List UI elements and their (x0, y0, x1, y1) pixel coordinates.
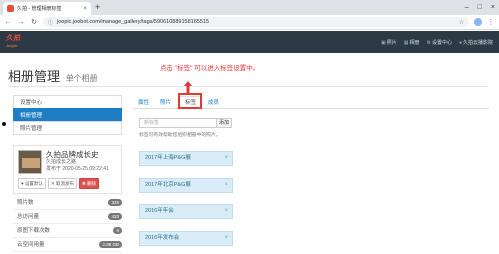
tag-item[interactable]: 2016年发布会 × (139, 231, 233, 246)
new-tab-button[interactable]: + (95, 2, 100, 13)
stat-label: 原图下载次数 (17, 227, 51, 234)
stat-row: 照片数 325 (13, 196, 122, 210)
header-nav: ▣照片 ▦相册 ⚙设置中心 ●久拍云播影院 (381, 39, 493, 46)
sidebar-item-settings[interactable]: 设置中心 (13, 95, 122, 109)
album-stats: 照片数 325 总访问量 433 原图下载次数 0 云空间用量 2.88 GB (13, 196, 122, 252)
album-owner: 久拍成长之路 (46, 159, 77, 165)
tab-photos[interactable]: 照片 (155, 97, 176, 109)
tag-label: 2017年北京P&G展 (145, 182, 191, 188)
gear-icon: ⚙ (426, 39, 431, 46)
nav-user[interactable]: ●久拍云播影院 (459, 39, 493, 46)
stat-badge: 0 (113, 227, 122, 234)
browser-tab[interactable]: 久拍 - 管理相册标签 × (3, 2, 91, 15)
album-icon: ▦ (403, 39, 409, 46)
sidebar-item-album-management[interactable]: 相册管理 (13, 108, 122, 122)
album-card: 久拍品牌成长史 久拍成长之路 发布于 2020-05-25 09:22:41 ♥… (13, 145, 122, 194)
remove-tag-icon[interactable]: × (224, 152, 228, 165)
tab-close-icon[interactable]: × (83, 6, 87, 12)
stat-label: 总访问量 (17, 213, 40, 220)
info-icon[interactable]: ⓘ (48, 19, 53, 26)
tag-item[interactable]: 2017年北京P&G展 × (139, 178, 233, 193)
annotation-text: 点击 "标签" 可以进入标签设置中。 (160, 65, 260, 72)
reload-icon[interactable]: ↻ (30, 18, 38, 26)
set-default-button[interactable]: ♥ 设置默认 (18, 178, 46, 189)
sidebar-menu: 设置中心 相册管理 照片管理 (13, 95, 122, 135)
profile-avatar-icon[interactable] (474, 18, 482, 26)
stat-row: 总访问量 433 (13, 210, 122, 224)
nav-albums-label: 相册 (409, 39, 420, 46)
window-controls: – □ × (465, 2, 495, 13)
remove-tag-icon[interactable]: × (224, 179, 228, 192)
nav-settings-label: 设置中心 (431, 39, 452, 46)
minimize-icon[interactable]: – (465, 2, 469, 13)
logo-text: 久拍 (6, 35, 20, 42)
tag-item[interactable]: 2016年年会 × (139, 204, 233, 219)
stat-row: 云空间用量 2.88 GB (13, 238, 122, 252)
album-published-date: 发布于 2020-05-25 09:22:41 (46, 166, 109, 172)
address-bar[interactable]: ⓘ joopic.joobot.com/manage_gallery/tags/… (43, 17, 469, 27)
title-divider (8, 86, 488, 87)
stat-badge: 433 (108, 213, 122, 220)
nav-user-label: 久拍云播影院 (462, 39, 493, 46)
logo-subtext: Joopic (6, 43, 18, 48)
stat-label: 照片数 (17, 199, 34, 206)
menu-dots-icon[interactable]: ⋮ (487, 18, 495, 26)
close-window-icon[interactable]: × (491, 2, 495, 13)
tab-members[interactable]: 成员 (203, 97, 224, 109)
nav-settings[interactable]: ⚙设置中心 (426, 39, 452, 46)
tag-label: 2016年发布会 (145, 235, 180, 241)
set-default-label: 设置默认 (24, 181, 43, 186)
browser-titlebar: 久拍 - 管理相册标签 × + – □ × (0, 0, 499, 15)
page-title: 相册管理 单个相册 (8, 66, 98, 85)
remove-tag-icon[interactable]: × (224, 205, 228, 218)
stat-row: 原图下载次数 0 (13, 224, 122, 238)
bookmark-star-icon[interactable]: ☆ (459, 19, 464, 26)
annotation-highlight-box (178, 93, 202, 109)
nav-photos-label: 照片 (386, 39, 397, 46)
site-header: 久拍 Joopic ▣照片 ▦相册 ⚙设置中心 ●久拍云播影院 (0, 31, 499, 53)
maximize-icon[interactable]: □ (478, 2, 482, 13)
image-icon: ▣ (380, 39, 386, 46)
user-icon: ● (458, 39, 462, 46)
unpublish-button[interactable]: ✕ 取消发布 (47, 178, 77, 189)
remove-tag-icon[interactable]: × (224, 232, 228, 245)
new-tag-input[interactable]: 新标签 (139, 118, 217, 128)
page-title-main: 相册管理 (8, 69, 61, 84)
album-cover-image[interactable] (18, 150, 42, 174)
tag-hint-text: 标签可有效帮助您组织相册中的照片。 (139, 133, 221, 138)
back-arrow-icon[interactable]: ← (4, 19, 12, 26)
nav-albums[interactable]: ▦相册 (404, 39, 420, 46)
favicon-icon (7, 5, 14, 12)
tag-item[interactable]: 2017年上海P&G展 × (139, 151, 233, 166)
tag-label: 2017年上海P&G展 (145, 155, 191, 161)
album-name: 久拍品牌成长史 (46, 150, 99, 159)
stat-label: 云空间用量 (17, 241, 45, 248)
tag-label: 2016年年会 (145, 208, 174, 214)
stat-badge: 325 (108, 199, 122, 206)
cursor-dot (2, 122, 6, 126)
add-tag-button[interactable]: 添加 (216, 118, 232, 128)
sidebar-item-photo-management[interactable]: 照片管理 (13, 121, 122, 135)
browser-toolbar: ← → ↻ ⓘ joopic.joobot.com/manage_gallery… (0, 15, 499, 30)
delete-label: 删除 (87, 181, 96, 186)
stat-badge: 2.88 GB (99, 241, 122, 248)
forward-arrow-icon[interactable]: → (17, 19, 25, 26)
url-text: joopic.joobot.com/manage_gallery/tags/59… (57, 19, 209, 25)
site-logo[interactable]: 久拍 Joopic (6, 35, 20, 49)
browser-tab-title: 久拍 - 管理相册标签 (17, 6, 62, 12)
delete-button[interactable]: ✖ 删除 (78, 178, 99, 189)
nav-photos[interactable]: ▣照片 (381, 39, 397, 46)
tab-attributes[interactable]: 属性 (133, 97, 154, 109)
unpublish-label: 取消发布 (55, 181, 74, 186)
page-subtitle: 单个相册 (65, 74, 98, 83)
